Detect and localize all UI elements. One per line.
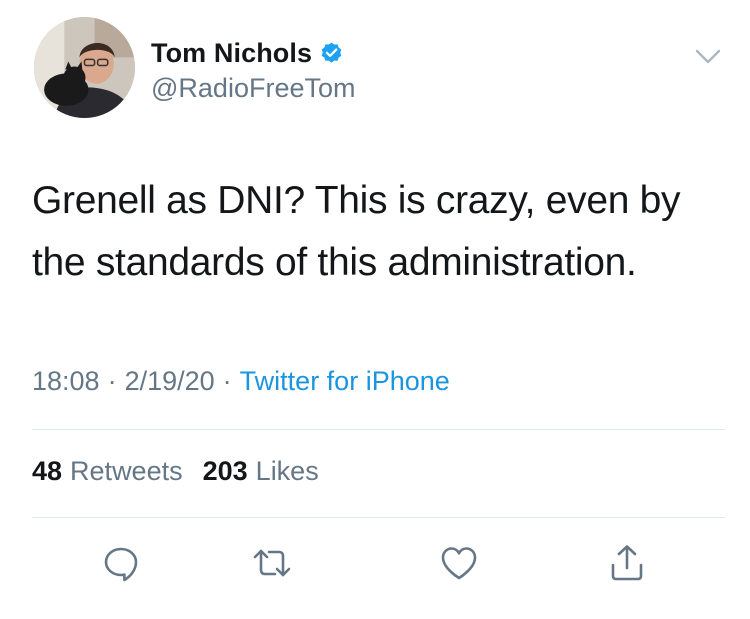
chevron-down-icon[interactable]: [695, 48, 721, 66]
verified-badge-icon: [319, 41, 344, 66]
retweets-count: 48: [32, 456, 63, 486]
name-row: Tom Nichols: [151, 36, 344, 70]
tweet-stats: 48 Retweets 203 Likes: [32, 456, 319, 487]
retweet-icon[interactable]: [252, 543, 292, 583]
avatar-image: [34, 17, 135, 118]
tweet-text: Grenell as DNI? This is crazy, even by t…: [32, 179, 681, 284]
meta-separator: ·: [222, 366, 232, 396]
avatar[interactable]: [34, 17, 135, 118]
divider: [32, 429, 725, 430]
retweets-stat[interactable]: 48 Retweets: [32, 456, 183, 487]
meta-separator: ·: [107, 366, 117, 396]
tweet-meta: 18:08 · 2/19/20 · Twitter for iPhone: [32, 366, 450, 397]
display-name[interactable]: Tom Nichols: [151, 38, 312, 69]
tweet-source-link[interactable]: Twitter for iPhone: [240, 366, 450, 397]
tweet-date: 2/19/20: [124, 366, 215, 396]
reply-icon[interactable]: [101, 543, 141, 583]
tweet-time: 18:08: [32, 366, 100, 396]
likes-stat[interactable]: 203 Likes: [203, 456, 319, 487]
likes-label: Likes: [255, 456, 319, 486]
heart-icon[interactable]: [439, 543, 479, 583]
divider: [32, 517, 725, 518]
retweets-label: Retweets: [70, 456, 183, 486]
user-handle[interactable]: @RadioFreeTom: [151, 73, 355, 104]
share-icon[interactable]: [607, 543, 647, 583]
likes-count: 203: [202, 456, 248, 486]
action-bar: [0, 543, 750, 583]
tweet-card: Tom Nichols @RadioFreeTom Grenell as DNI…: [0, 0, 750, 619]
